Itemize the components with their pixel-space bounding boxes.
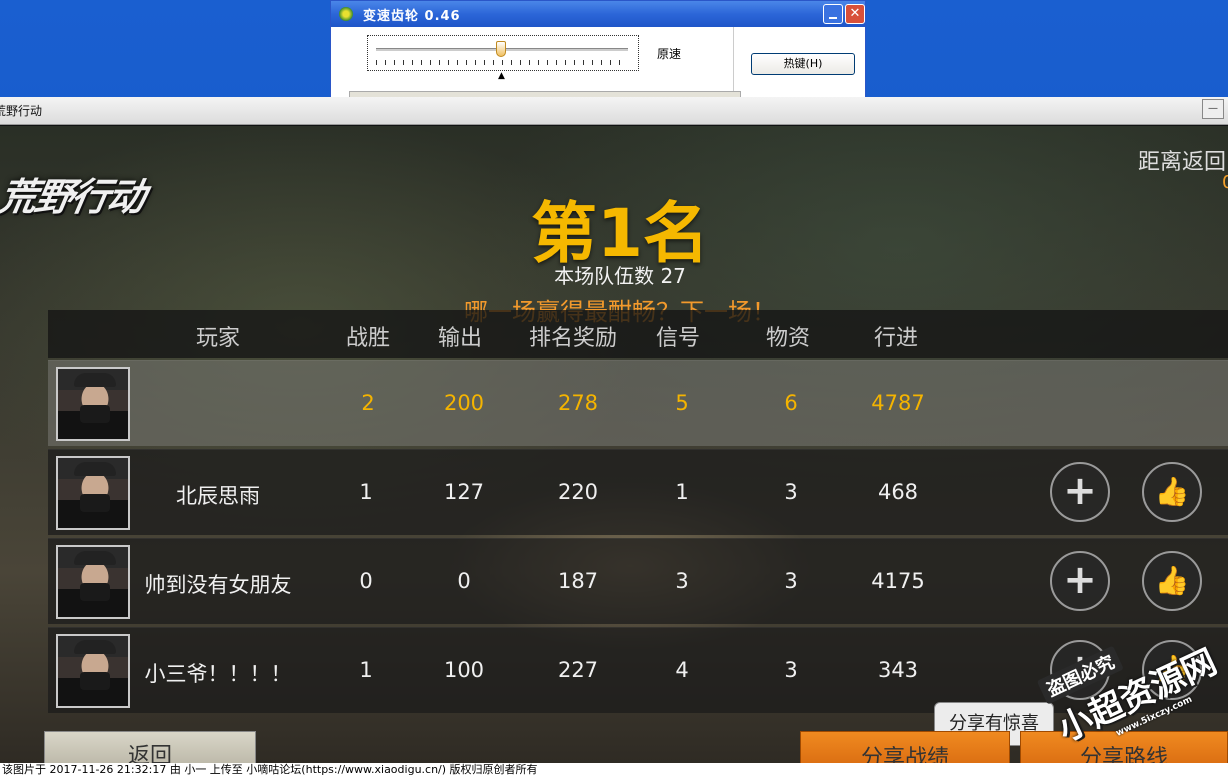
- like-button[interactable]: 👍: [1142, 462, 1202, 522]
- score-table-header: 玩家 战胜 输出 排名奖励 信号 物资 行进: [48, 310, 1228, 358]
- return-countdown-label: 距离返回: [1138, 150, 1227, 175]
- like-button[interactable]: 👍: [1142, 551, 1202, 611]
- speed-slider[interactable]: [367, 35, 639, 71]
- hotkey-button[interactable]: 热键(H): [751, 53, 855, 75]
- signal-value: 4: [675, 658, 689, 682]
- wins-value: 1: [359, 658, 373, 682]
- reward-value: 278: [557, 391, 599, 415]
- reward-value: 220: [557, 480, 599, 504]
- table-row: 北辰思雨 1 127 220 1 3 468 + 👍: [48, 449, 1228, 535]
- thumbs-up-icon: 👍: [1154, 475, 1190, 508]
- signal-value: 3: [675, 569, 689, 593]
- speed-label: 原速: [657, 47, 682, 61]
- header-player: 玩家: [195, 326, 240, 351]
- supply-value: 3: [784, 569, 798, 593]
- travel-value: 4787: [871, 391, 925, 415]
- minimize-button[interactable]: [823, 4, 843, 24]
- supply-value: 3: [784, 480, 798, 504]
- speed-gear-title: 变速齿轮 0.46: [363, 8, 461, 24]
- upload-footer: 该图片于 2017-11-26 21:32:17 由 小一 上传至 小嘀咕论坛(…: [0, 763, 1228, 777]
- game-window-titlebar[interactable]: 荒野行动: [0, 97, 1228, 125]
- add-friend-button[interactable]: +: [1050, 551, 1110, 611]
- reward-value: 187: [557, 569, 599, 593]
- damage-value: 100: [443, 658, 485, 682]
- signal-value: 1: [675, 480, 689, 504]
- travel-value: 343: [877, 658, 919, 682]
- wins-value: 2: [361, 391, 375, 415]
- return-countdown-value: 0: [1222, 172, 1228, 193]
- wins-value: 0: [359, 569, 373, 593]
- header-wins: 战胜: [345, 326, 390, 351]
- header-reward: 排名奖励: [528, 326, 617, 351]
- wins-value: 1: [359, 480, 373, 504]
- supply-value: 3: [784, 658, 798, 682]
- team-count: 本场队伍数 27: [554, 264, 686, 288]
- plus-icon: +: [1063, 468, 1097, 514]
- player-name: 北辰思雨: [176, 484, 260, 508]
- result-screen: 荒野行动 第1名 本场队伍数 27 哪一场赢得最酣畅？下一场！ 距离返回 0 玩…: [0, 126, 1228, 763]
- signal-value: 5: [675, 391, 689, 415]
- slider-marker-icon: ▲: [498, 71, 505, 81]
- damage-value: 127: [443, 480, 485, 504]
- header-signal: 信号: [655, 326, 700, 351]
- thumbs-up-icon: 👍: [1154, 564, 1190, 597]
- add-friend-button[interactable]: +: [1050, 462, 1110, 522]
- game-window: 荒野行动 — 荒野行动 第1名 本场队伍数 27 哪一场赢得最酣畅？下一场！ 距…: [0, 97, 1228, 763]
- game-window-title: 荒野行动: [0, 104, 43, 118]
- header-supply: 物资: [765, 326, 810, 351]
- divider: [733, 27, 734, 97]
- travel-value: 468: [877, 480, 919, 504]
- slider-thumb[interactable]: [496, 41, 506, 57]
- window-control-button[interactable]: —: [1202, 99, 1224, 119]
- close-button[interactable]: ✕: [845, 4, 865, 24]
- avatar[interactable]: [56, 456, 130, 530]
- plus-icon: +: [1063, 557, 1097, 603]
- slider-ticks: [376, 60, 628, 65]
- avatar[interactable]: [56, 545, 130, 619]
- table-row: 帅到没有女朋友 0 0 187 3 3 4175 + 👍: [48, 538, 1228, 624]
- travel-value: 4175: [871, 569, 925, 593]
- close-icon: ✕: [849, 6, 861, 21]
- avatar[interactable]: [56, 367, 130, 441]
- damage-value: 200: [443, 391, 485, 415]
- avatar[interactable]: [56, 634, 130, 708]
- game-logo: 荒野行动: [0, 175, 148, 219]
- damage-value: 0: [457, 569, 471, 593]
- header-damage: 输出: [437, 326, 482, 351]
- speed-gear-titlebar[interactable]: 变速齿轮 0.46: [331, 1, 865, 27]
- player-name: 帅到没有女朋友: [144, 573, 292, 597]
- table-row: 2 200 278 5 6 4787: [48, 360, 1228, 446]
- player-name: 小三爷！！！！: [144, 662, 292, 686]
- header-travel: 行进: [873, 326, 918, 351]
- reward-value: 227: [557, 658, 599, 682]
- gear-app-icon: [339, 7, 353, 21]
- supply-value: 6: [784, 391, 798, 415]
